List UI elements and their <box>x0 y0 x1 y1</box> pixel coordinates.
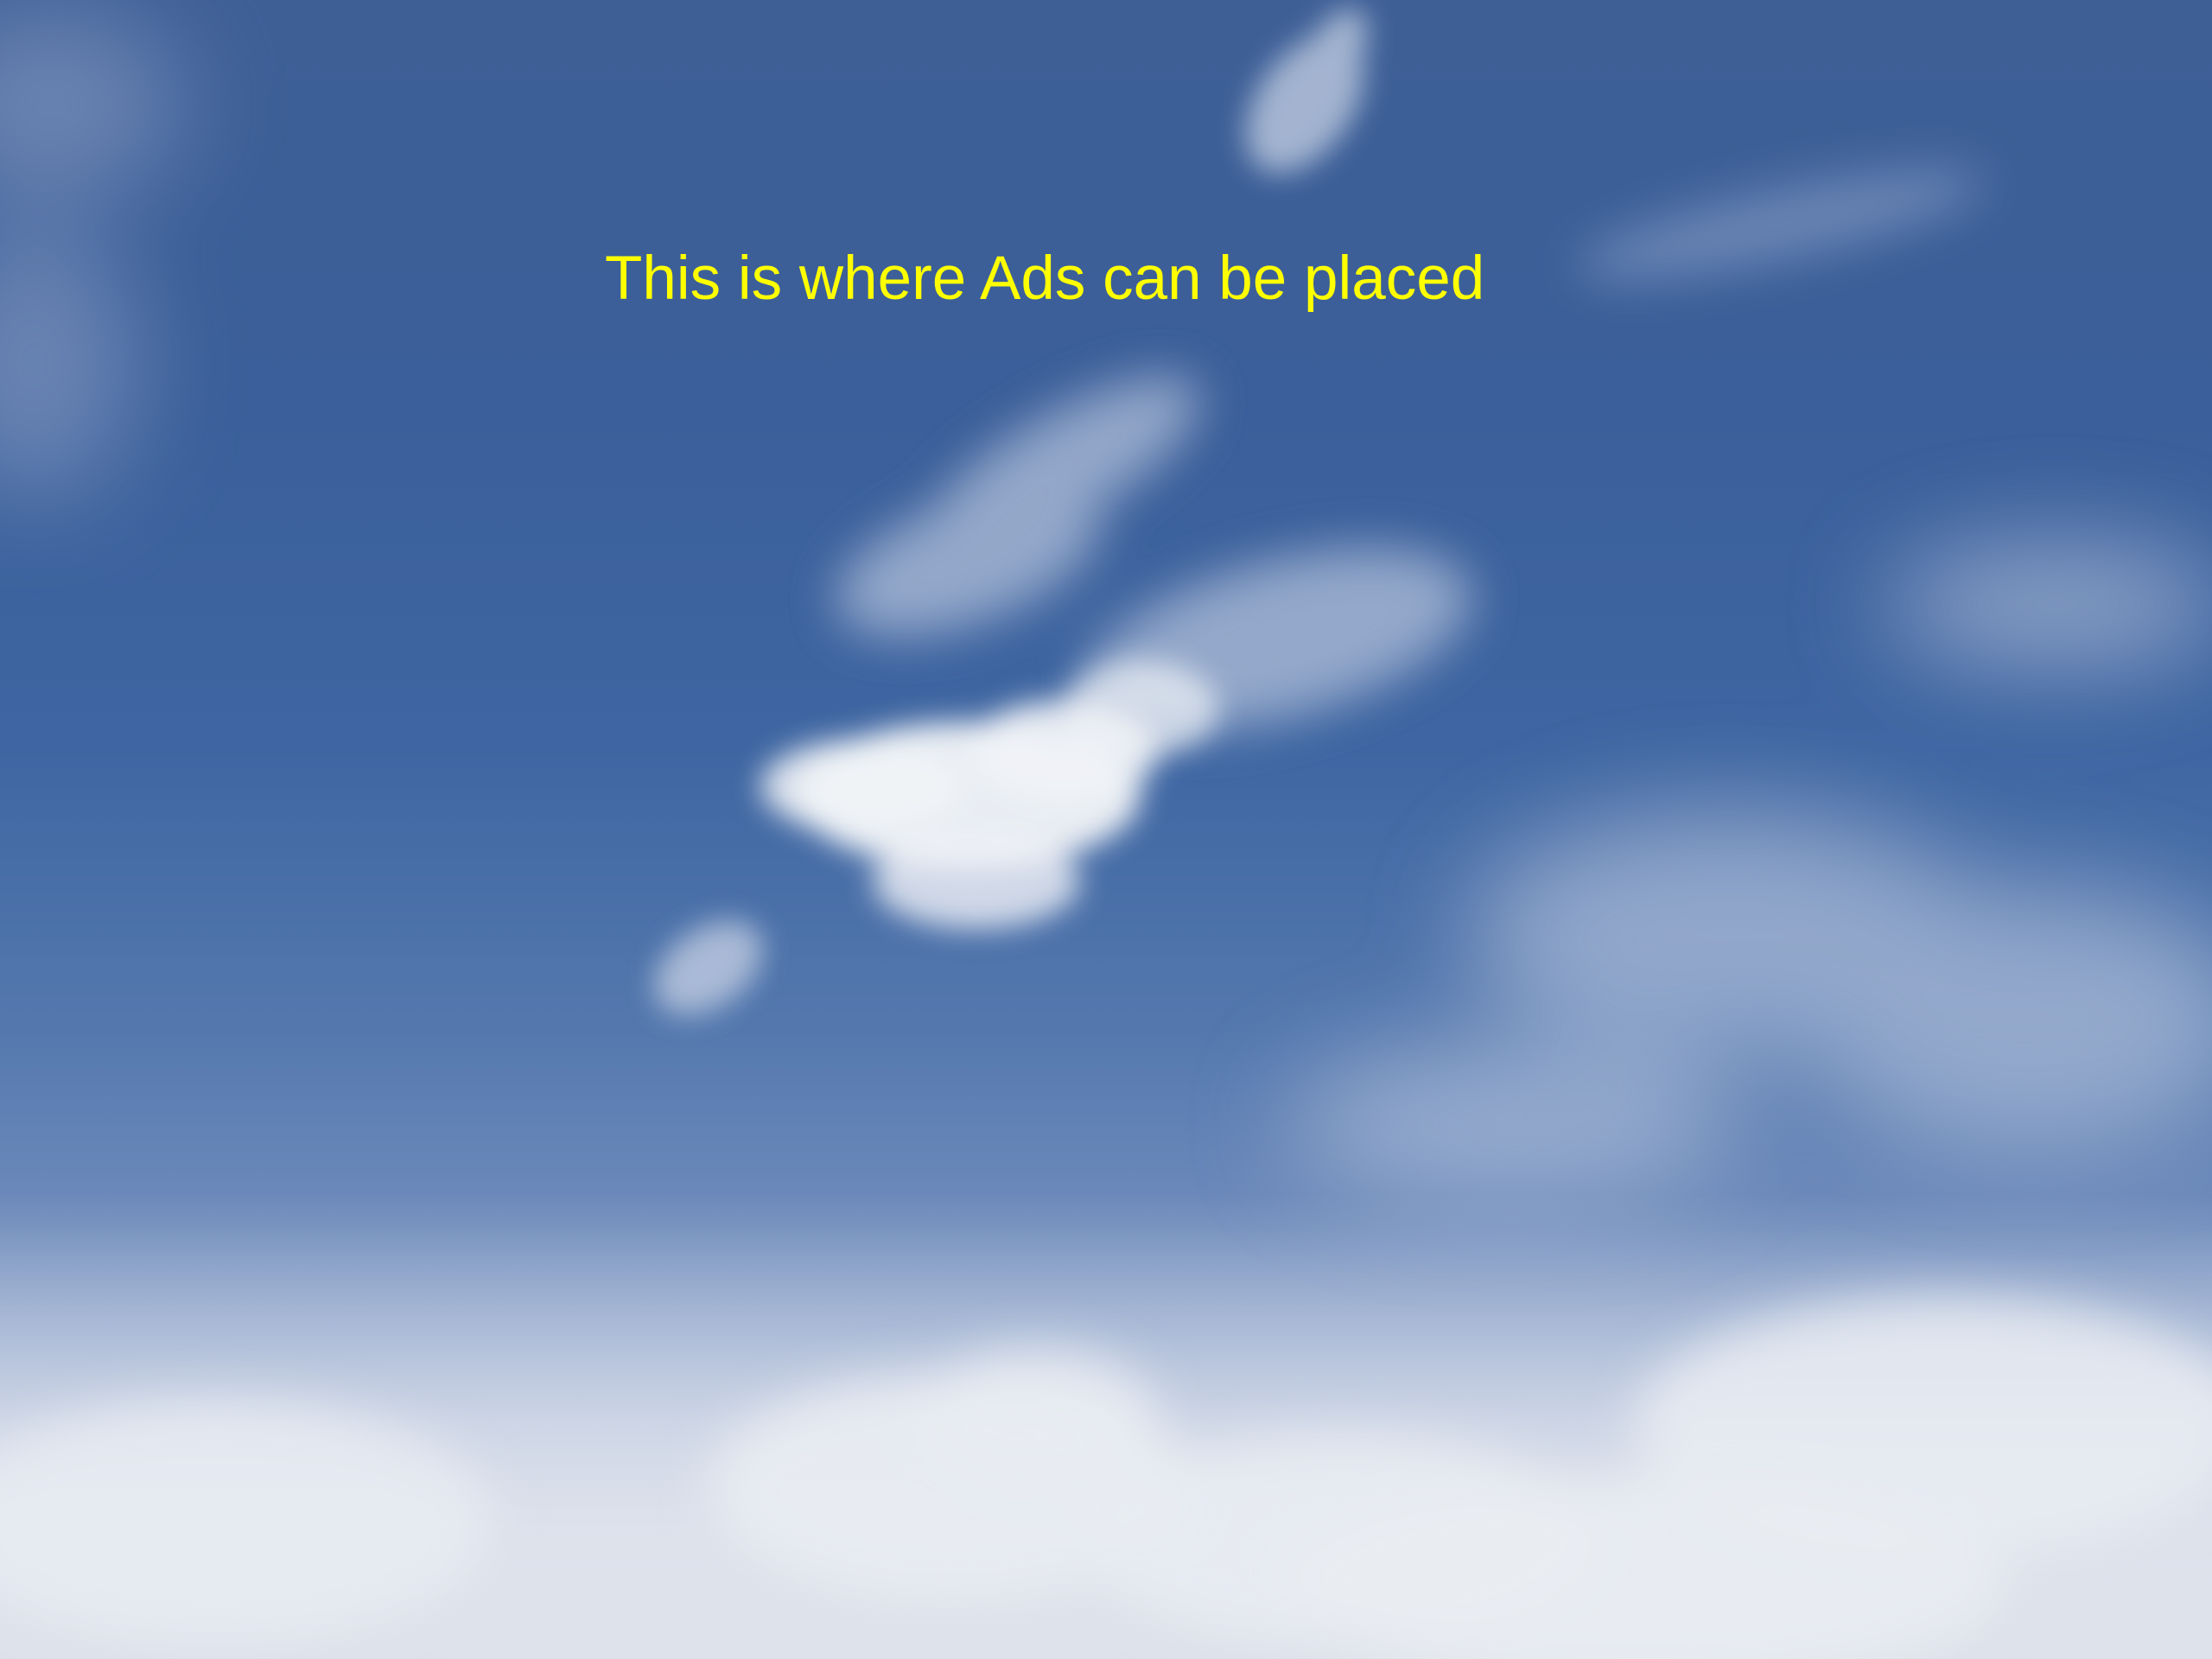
small-puff-cloud <box>654 920 763 1015</box>
left-wisp-cloud <box>0 9 181 501</box>
main-cloud <box>760 661 1218 929</box>
ad-placeholder-text: This is where Ads can be placed <box>605 245 1485 313</box>
top-wisp-cloud <box>1245 9 1368 174</box>
upper-right-streak-cloud <box>1577 169 1983 280</box>
sky-background: This is where Ads can be placed <box>0 0 2212 1659</box>
